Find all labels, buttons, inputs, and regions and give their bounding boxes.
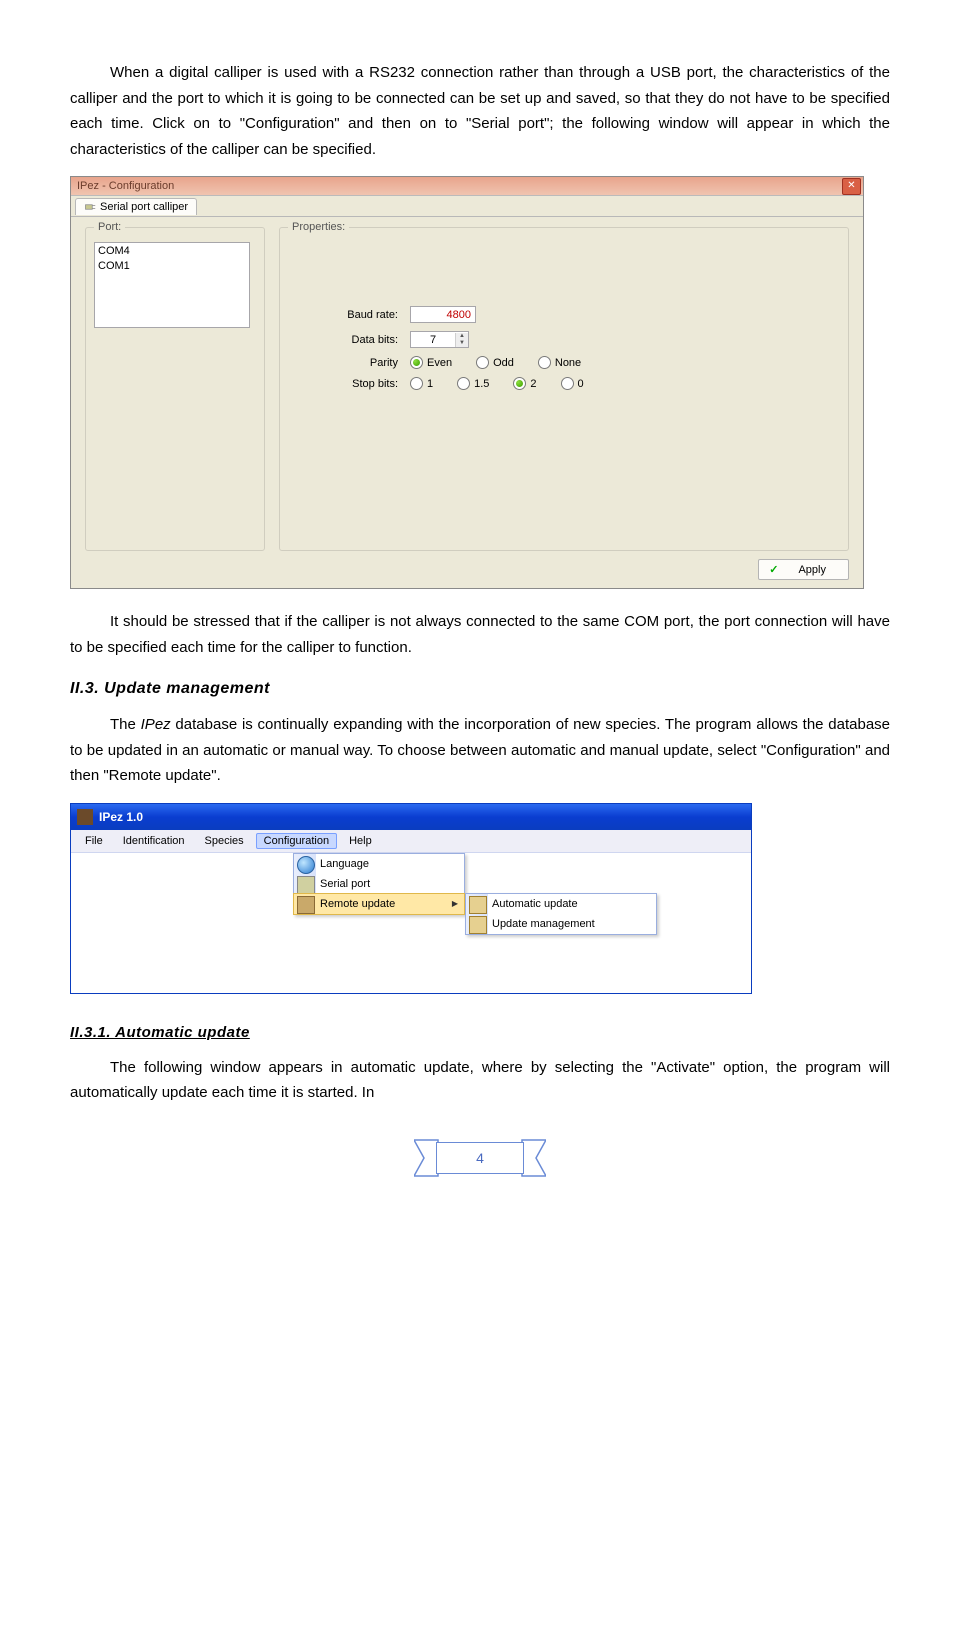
tab-label: Serial port calliper (100, 201, 188, 213)
paragraph-intro: When a digital calliper is used with a R… (70, 60, 890, 162)
menu-file[interactable]: File (77, 833, 111, 849)
menu-titlebar: IPez 1.0 (71, 804, 751, 830)
baud-label: Baud rate: (288, 309, 410, 321)
radio-icon (513, 377, 526, 390)
radio-parity-odd[interactable]: Odd (476, 356, 514, 369)
config-body: Port: COM4 COM1 Properties: Baud rate: D… (71, 216, 863, 588)
package-icon (469, 916, 487, 934)
baud-input[interactable] (410, 306, 476, 323)
config-titlebar: IPez - Configuration ✕ (71, 177, 863, 196)
menubar: File Identification Species Configuratio… (71, 830, 751, 853)
radio-stop-1-5[interactable]: 1.5 (457, 377, 489, 390)
ipez-italic: IPez (141, 716, 171, 733)
menu-item-language[interactable]: Language (294, 854, 464, 874)
port-legend: Port: (94, 221, 125, 233)
page-number: 4 (436, 1142, 524, 1174)
paragraph-automatic-update: The following window appears in automati… (70, 1055, 890, 1106)
radio-stop-2[interactable]: 2 (513, 377, 536, 390)
menu-item-remote-update[interactable]: Remote update ▶ (293, 893, 465, 915)
apply-button[interactable]: ✓ Apply (758, 559, 849, 580)
radio-icon (410, 377, 423, 390)
menu-item-update-management[interactable]: Update management (466, 914, 656, 934)
heading-update-management: II.3. Update management (70, 680, 890, 698)
menu-body: Language Serial port Remote update ▶ Aut… (71, 853, 751, 993)
port-listbox[interactable]: COM4 COM1 (94, 242, 250, 328)
port-option-com4[interactable]: COM4 (98, 244, 246, 259)
dropdown-remote-update: Automatic update Update management (465, 893, 657, 935)
package-icon (297, 896, 315, 914)
radio-icon (561, 377, 574, 390)
baud-row: Baud rate: (288, 306, 840, 323)
radio-stop-0[interactable]: 0 (561, 377, 584, 390)
globe-icon (297, 856, 315, 874)
radio-icon (476, 356, 489, 369)
radio-stop-1[interactable]: 1 (410, 377, 433, 390)
config-window: IPez - Configuration ✕ Serial port calli… (70, 176, 864, 589)
parity-row: Parity Even Odd None (288, 356, 840, 369)
properties-legend: Properties: (288, 221, 349, 233)
page-number-ribbon: 4 (420, 1136, 540, 1180)
check-icon: ✓ (769, 563, 778, 576)
paragraph-com-note: It should be stressed that if the callip… (70, 609, 890, 660)
radio-parity-even[interactable]: Even (410, 356, 452, 369)
plug-icon (84, 201, 96, 213)
databits-spinner[interactable]: ▲ ▼ (410, 331, 469, 348)
tab-serial-port-calliper[interactable]: Serial port calliper (75, 198, 197, 215)
parity-label: Parity (288, 357, 410, 369)
dropdown-configuration: Language Serial port Remote update ▶ (293, 853, 465, 915)
chevron-down-icon[interactable]: ▼ (456, 340, 468, 347)
databits-label: Data bits: (288, 334, 410, 346)
config-title: IPez - Configuration (77, 180, 174, 192)
menu-configuration[interactable]: Configuration (256, 833, 337, 849)
chevron-right-icon: ▶ (452, 899, 458, 908)
stopbits-label: Stop bits: (288, 378, 410, 390)
paragraph-update-intro: The IPez database is continually expandi… (70, 712, 890, 789)
radio-icon (410, 356, 423, 369)
databits-input[interactable] (411, 333, 455, 347)
port-option-com1[interactable]: COM1 (98, 259, 246, 274)
package-icon (469, 896, 487, 914)
plug-icon (297, 876, 315, 894)
menu-window: IPez 1.0 File Identification Species Con… (70, 803, 752, 994)
menu-identification[interactable]: Identification (115, 833, 193, 849)
close-icon[interactable]: ✕ (842, 178, 861, 195)
radio-parity-none[interactable]: None (538, 356, 581, 369)
apply-label: Apply (798, 564, 826, 576)
properties-fieldset: Properties: Baud rate: Data bits: ▲ ▼ (279, 227, 849, 551)
databits-row: Data bits: ▲ ▼ (288, 331, 840, 348)
radio-icon (538, 356, 551, 369)
menu-item-serial-port[interactable]: Serial port (294, 874, 464, 894)
menu-title: IPez 1.0 (99, 810, 143, 824)
port-fieldset: Port: COM4 COM1 (85, 227, 265, 551)
chevron-up-icon[interactable]: ▲ (456, 333, 468, 340)
config-tab-strip: Serial port calliper (71, 196, 863, 216)
radio-icon (457, 377, 470, 390)
app-icon (77, 809, 93, 825)
menu-species[interactable]: Species (197, 833, 252, 849)
stopbits-row: Stop bits: 1 1.5 2 0 (288, 377, 840, 390)
menu-item-automatic-update[interactable]: Automatic update (466, 894, 656, 914)
heading-automatic-update: II.3.1. Automatic update (70, 1024, 890, 1041)
menu-help[interactable]: Help (341, 833, 380, 849)
